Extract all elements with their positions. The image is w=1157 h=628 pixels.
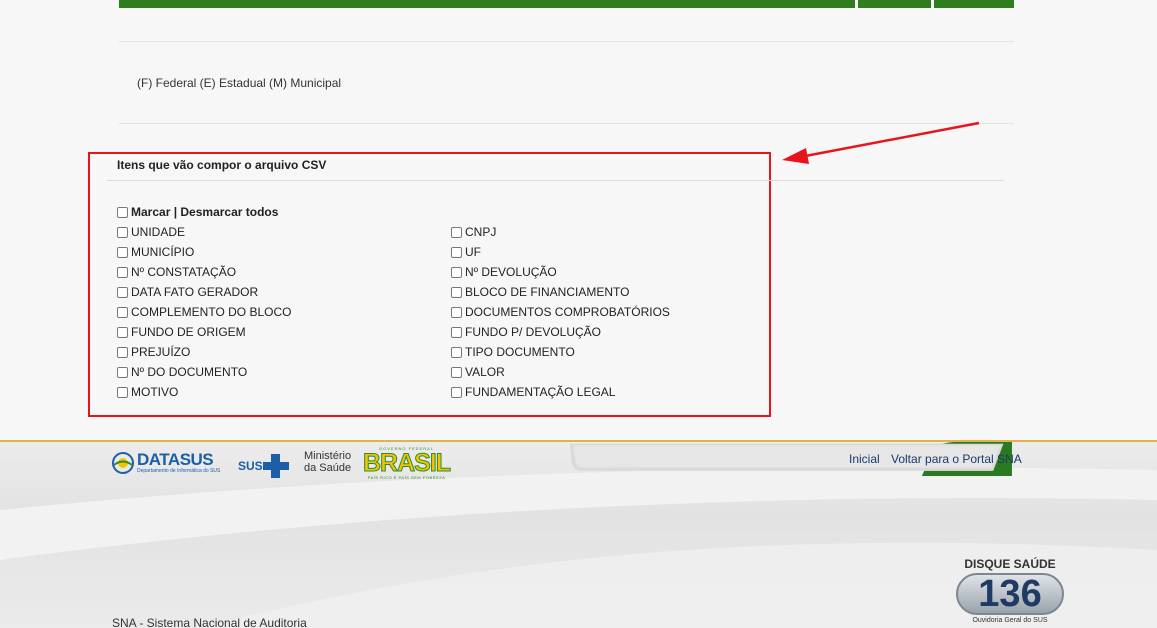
sus-cross-icon xyxy=(262,454,289,478)
csv-item-label: Nº DEVOLUÇÃO xyxy=(465,265,557,279)
checkbox[interactable] xyxy=(117,326,128,338)
checkbox[interactable] xyxy=(451,346,462,358)
divider xyxy=(107,180,1004,181)
csv-item-label: VALOR xyxy=(465,365,505,379)
csv-item-complemento-bloco[interactable]: COMPLEMENTO DO BLOCO xyxy=(117,305,291,319)
disque-subtitle: Ouvidoria Geral do SUS xyxy=(972,617,1048,624)
sus-wordmark: SUS xyxy=(238,459,263,473)
table-bottom-bars xyxy=(119,0,1014,8)
select-all-checkbox[interactable]: Marcar | Desmarcar todos xyxy=(117,205,278,219)
csv-item-fundamentacao-legal[interactable]: FUNDAMENTAÇÃO LEGAL xyxy=(451,385,615,399)
csv-item-label: Nº DO DOCUMENTO xyxy=(131,365,248,379)
brasil-slogan: PAÍS RICO É PAÍS SEM POBREZA xyxy=(367,475,446,480)
csv-item-unidade[interactable]: UNIDADE xyxy=(117,225,185,239)
nav-link-inicial[interactable]: Inicial xyxy=(849,452,880,466)
csv-item-constatacao[interactable]: Nº CONSTATAÇÃO xyxy=(117,265,236,279)
sus-logo: SUS xyxy=(238,454,289,478)
checkbox[interactable] xyxy=(451,366,462,378)
disque-saude-logo: DISQUE SAÚDE 136 Ouvidoria Geral do SUS xyxy=(954,557,1066,628)
csv-section-title: Itens que vão compor o arquivo CSV xyxy=(117,158,327,172)
checkbox[interactable] xyxy=(117,286,128,298)
checkbox[interactable] xyxy=(117,246,128,258)
csv-item-motivo[interactable]: MOTIVO xyxy=(117,385,178,399)
csv-item-label: UF xyxy=(465,245,481,259)
csv-item-valor[interactable]: VALOR xyxy=(451,365,505,379)
csv-item-label: FUNDO P/ DEVOLUÇÃO xyxy=(465,325,602,339)
csv-item-label: FUNDO DE ORIGEM xyxy=(131,325,246,339)
brasil-wordmark: BRASIL xyxy=(362,449,451,477)
csv-item-label: CNPJ xyxy=(465,225,497,239)
csv-item-label: TIPO DOCUMENTO xyxy=(465,345,575,359)
csv-item-label: Nº CONSTATAÇÃO xyxy=(131,265,237,279)
checkbox[interactable] xyxy=(451,386,462,398)
footer-system-name: SNA - Sistema Nacional de Auditoria xyxy=(112,616,307,628)
table-bar-segment xyxy=(858,0,931,8)
csv-item-data-fato-gerador[interactable]: DATA FATO GERADOR xyxy=(117,285,258,299)
csv-item-label: PREJUÍZO xyxy=(131,345,191,359)
checkbox[interactable] xyxy=(451,306,462,318)
csv-item-label: DATA FATO GERADOR xyxy=(131,285,259,299)
table-bar-segment xyxy=(934,0,1014,8)
disque-number: 136 xyxy=(978,573,1042,615)
csv-item-documentos-comprobatorios[interactable]: DOCUMENTOS COMPROBATÓRIOS xyxy=(451,305,670,319)
divider xyxy=(119,41,1014,42)
csv-item-fundo-origem[interactable]: FUNDO DE ORIGEM xyxy=(117,325,246,339)
datasus-logo: DATASUS Departamento de Informática do S… xyxy=(112,451,220,474)
datasus-wordmark: DATASUS xyxy=(137,450,214,469)
csv-item-municipio[interactable]: MUNICÍPIO xyxy=(117,245,194,259)
csv-item-label: BLOCO DE FINANCIAMENTO xyxy=(465,285,630,299)
disque-title: DISQUE SAÚDE xyxy=(964,557,1056,571)
table-bar-segment xyxy=(119,0,855,8)
checkbox[interactable] xyxy=(117,206,128,218)
csv-item-uf[interactable]: UF xyxy=(451,245,481,259)
csv-item-num-devolucao[interactable]: Nº DEVOLUÇÃO xyxy=(451,265,557,279)
csv-item-num-documento[interactable]: Nº DO DOCUMENTO xyxy=(117,365,247,379)
csv-item-label: COMPLEMENTO DO BLOCO xyxy=(131,305,292,319)
ministerio-line1: Ministério xyxy=(304,450,352,462)
csv-item-cnpj[interactable]: CNPJ xyxy=(451,225,496,239)
checkbox[interactable] xyxy=(117,266,128,278)
csv-item-label: MOTIVO xyxy=(131,385,179,399)
legend-text: (F) Federal (E) Estadual (M) Municipal xyxy=(137,76,342,90)
nav-link-voltar-portal[interactable]: Voltar para o Portal SNA xyxy=(891,452,1022,466)
checkbox[interactable] xyxy=(117,226,128,238)
csv-item-label: FUNDAMENTAÇÃO LEGAL xyxy=(465,385,616,399)
ministerio-logo: Ministério da Saúde xyxy=(304,450,351,474)
checkbox[interactable] xyxy=(451,326,462,338)
checkbox[interactable] xyxy=(451,226,462,238)
csv-item-tipo-documento[interactable]: TIPO DOCUMENTO xyxy=(451,345,575,359)
csv-item-prejuizo[interactable]: PREJUÍZO xyxy=(117,345,190,359)
datasus-subtitle: Departamento de Informática do SUS xyxy=(137,468,221,474)
csv-item-label: MUNICÍPIO xyxy=(131,245,195,259)
checkbox[interactable] xyxy=(451,266,462,278)
checkbox[interactable] xyxy=(117,306,128,318)
checkbox[interactable] xyxy=(117,386,128,398)
checkbox[interactable] xyxy=(117,346,128,358)
csv-item-label: UNIDADE xyxy=(131,225,186,239)
csv-item-label: DOCUMENTOS COMPROBATÓRIOS xyxy=(465,305,670,319)
select-all-label: Marcar | Desmarcar todos xyxy=(131,205,279,219)
checkbox[interactable] xyxy=(117,366,128,378)
ministerio-line2: da Saúde xyxy=(304,462,352,474)
disque-number-badge: 136 xyxy=(956,573,1064,615)
brasil-logo: GOVERNO FEDERAL BRASIL PAÍS RICO É PAÍS … xyxy=(362,446,451,480)
csv-item-fundo-devolucao[interactable]: FUNDO P/ DEVOLUÇÃO xyxy=(451,325,601,339)
checkbox[interactable] xyxy=(451,246,462,258)
csv-item-bloco-financiamento[interactable]: BLOCO DE FINANCIAMENTO xyxy=(451,285,629,299)
checkbox[interactable] xyxy=(451,286,462,298)
datasus-logo-icon xyxy=(112,451,134,474)
divider xyxy=(119,123,1014,124)
